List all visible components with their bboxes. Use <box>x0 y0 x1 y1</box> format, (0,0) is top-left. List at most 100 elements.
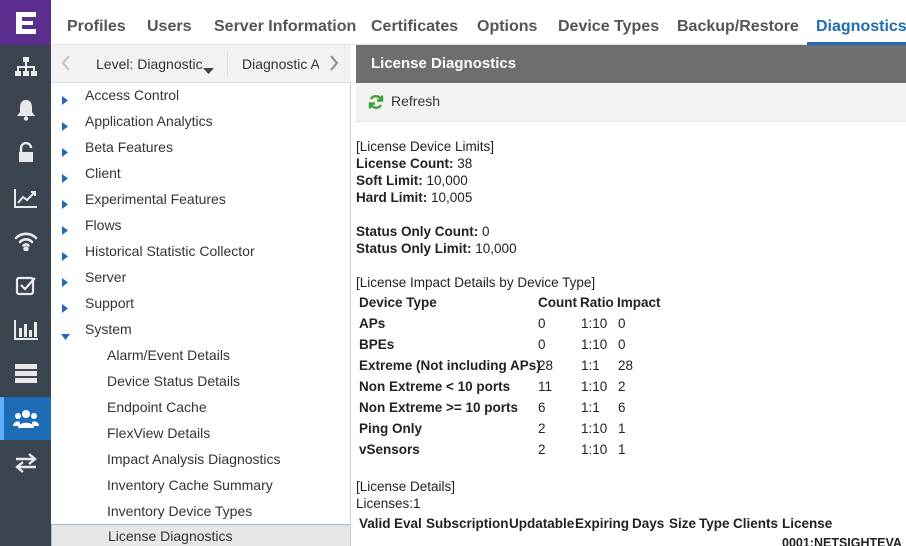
tab-users[interactable]: Users <box>147 0 191 45</box>
tree-leaf-device-status-details[interactable]: Device Status Details <box>51 369 350 395</box>
tab-options[interactable]: Options <box>477 0 537 45</box>
caret-right-icon[interactable] <box>62 222 68 238</box>
tree-leaf-impact-analysis-diagnostics[interactable]: Impact Analysis Diagnostics <box>51 447 350 473</box>
users-icon[interactable] <box>0 397 51 440</box>
device-type-cell: BPEs <box>359 337 395 352</box>
tree-node-historical-statistic-collector[interactable]: Historical Statistic Collector <box>51 239 350 265</box>
tree-node-client[interactable]: Client <box>51 161 350 187</box>
refresh-button[interactable]: Refresh <box>391 93 440 109</box>
bell-icon[interactable] <box>0 88 51 131</box>
tree-node-application-analytics[interactable]: Application Analytics <box>51 109 350 135</box>
extreme-logo[interactable] <box>0 0 51 45</box>
tab-profiles[interactable]: Profiles <box>67 0 126 45</box>
section-header: [License Device Limits] <box>356 139 495 154</box>
caret-right-icon[interactable] <box>62 170 68 186</box>
device-type-cell: Extreme (Not including APs) <box>359 358 541 373</box>
tab-diagnostics[interactable]: Diagnostics <box>807 0 906 45</box>
tree-leaf-label: Endpoint Cache <box>107 399 207 415</box>
hard-limit-line: Hard Limit: 10,005 <box>356 190 472 205</box>
network-icon[interactable] <box>0 45 51 88</box>
ratio-cell: 1:10 <box>581 442 608 457</box>
refresh-icon[interactable] <box>368 94 384 115</box>
tree-leaf-flexview-details[interactable]: FlexView Details <box>51 421 350 447</box>
column-header: Size <box>669 516 697 531</box>
wifi-icon[interactable] <box>0 219 51 262</box>
tree-leaf-inventory-device-types[interactable]: Inventory Device Types <box>51 499 350 525</box>
ratio-cell: 1:10 <box>581 421 608 436</box>
bar-chart-icon[interactable] <box>0 308 51 351</box>
tree-node-access-control[interactable]: Access Control <box>51 83 350 109</box>
tree-leaf-inventory-cache-summary[interactable]: Inventory Cache Summary <box>51 473 350 499</box>
column-header: Device Type <box>359 295 437 310</box>
chevron-left-icon[interactable] <box>61 54 71 77</box>
caret-right-icon[interactable] <box>62 144 68 160</box>
column-header: Days <box>632 516 665 531</box>
column-header: Count <box>538 295 577 310</box>
count-cell: 0 <box>538 337 546 352</box>
tree-leaf-label: Inventory Device Types <box>107 503 253 519</box>
caret-down-icon[interactable] <box>61 327 70 343</box>
column-header: Expiring <box>575 516 630 531</box>
unlock-icon[interactable] <box>0 131 51 174</box>
ratio-cell: 1:10 <box>581 316 608 331</box>
ratio-cell: 1:10 <box>581 337 608 352</box>
caret-right-icon[interactable] <box>62 300 68 316</box>
chevron-right-icon[interactable] <box>329 54 339 77</box>
tab-backup-restore[interactable]: Backup/Restore <box>677 0 799 45</box>
license-value-cell: 0001:NETSIGHTEVA <box>782 536 902 546</box>
panel-header: License Diagnostics <box>356 45 906 83</box>
count-cell: 0 <box>538 316 546 331</box>
status-only-limit-value: 10,000 <box>475 241 517 256</box>
breadcrumb[interactable]: Diagnostic Ac <box>242 56 319 72</box>
column-header: Updatable <box>509 516 575 531</box>
tree-leaf-label: Impact Analysis Diagnostics <box>107 451 281 467</box>
tree-leaf-alarm-event-details[interactable]: Alarm/Event Details <box>51 343 350 369</box>
licenses-line: Licenses:1 <box>356 496 421 511</box>
caret-down-icon[interactable] <box>203 62 214 80</box>
count-cell: 2 <box>538 421 546 436</box>
impact-cell: 6 <box>618 400 626 415</box>
tree-node-system[interactable]: System <box>51 317 350 343</box>
tree-leaf-label: License Diagnostics <box>108 528 233 544</box>
tree-node-label: Beta Features <box>85 139 173 155</box>
icon-rail <box>0 0 51 546</box>
tree-node-beta-features[interactable]: Beta Features <box>51 135 350 161</box>
count-cell: 11 <box>538 379 553 394</box>
section-header: [License Impact Details by Device Type] <box>356 275 596 290</box>
status-only-count-line: Status Only Count: 0 <box>356 224 490 239</box>
tree-node-label: Historical Statistic Collector <box>85 243 255 259</box>
caret-right-icon[interactable] <box>62 274 68 290</box>
license-count-value: 38 <box>457 156 473 171</box>
caret-right-icon[interactable] <box>62 92 68 108</box>
tree-node-experimental-features[interactable]: Experimental Features <box>51 187 350 213</box>
level-bar: Level: Diagnostic Diagnostic Ac <box>51 45 351 83</box>
count-cell: 28 <box>538 358 554 373</box>
transfer-icon[interactable] <box>0 441 51 484</box>
impact-cell: 28 <box>618 358 634 373</box>
caret-right-icon[interactable] <box>62 196 68 212</box>
field-label: Status Only Count: <box>356 224 479 239</box>
divider <box>227 51 228 77</box>
caret-right-icon[interactable] <box>62 118 68 134</box>
status-only-limit-line: Status Only Limit: 10,000 <box>356 241 517 256</box>
panel-title: License Diagnostics <box>371 55 517 72</box>
field-label: License Count: <box>356 156 454 171</box>
tab-device-types[interactable]: Device Types <box>558 0 659 45</box>
line-chart-icon[interactable] <box>0 176 51 219</box>
tree-node-server[interactable]: Server <box>51 265 350 291</box>
level-dropdown[interactable]: Level: Diagnostic <box>96 56 203 72</box>
column-header: Clients <box>733 516 779 531</box>
column-header: Impact <box>617 295 661 310</box>
checkbox-icon[interactable] <box>0 264 51 307</box>
impact-cell: 0 <box>618 337 626 352</box>
column-header: Ratio <box>580 295 614 310</box>
tab-server-information[interactable]: Server Information <box>214 0 356 45</box>
tree-leaf-endpoint-cache[interactable]: Endpoint Cache <box>51 395 350 421</box>
server-icon[interactable] <box>0 352 51 395</box>
caret-right-icon[interactable] <box>62 248 68 264</box>
license-count-line: License Count: 38 <box>356 156 472 171</box>
tree-leaf-license-diagnostics[interactable]: License Diagnostics <box>51 524 350 546</box>
tree-node-flows[interactable]: Flows <box>51 213 350 239</box>
tab-certificates[interactable]: Certificates <box>371 0 458 45</box>
tree-node-support[interactable]: Support <box>51 291 350 317</box>
